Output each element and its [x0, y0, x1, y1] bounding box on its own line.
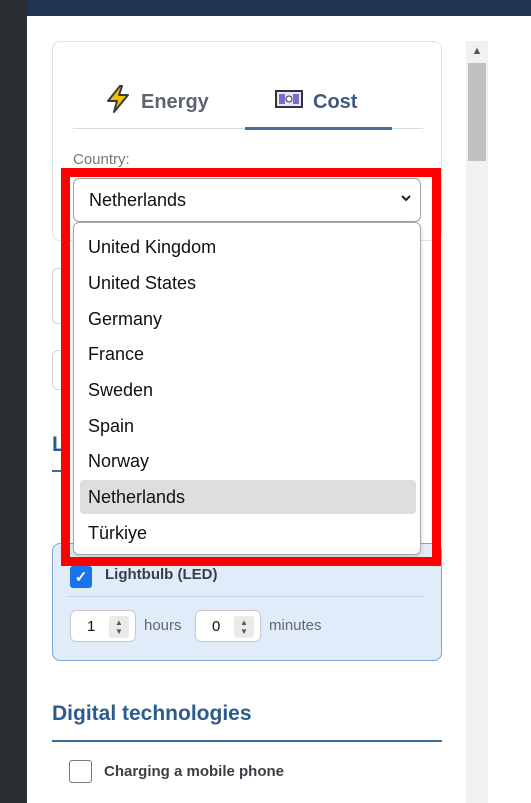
hidden-field-box[interactable] [52, 268, 64, 324]
lightbulb-checkbox[interactable]: ✓ [70, 566, 92, 588]
country-option-selected[interactable]: Netherlands [80, 480, 416, 514]
left-edge-strip [0, 0, 27, 803]
country-option[interactable]: Germany [80, 302, 416, 336]
country-dropdown-list: United Kingdom United States Germany Fra… [73, 222, 421, 555]
scroll-up-arrow-icon[interactable]: ▲ [466, 41, 488, 61]
hours-value: 1 [87, 617, 96, 635]
lightning-icon [105, 85, 131, 119]
country-option[interactable]: United Kingdom [80, 230, 416, 264]
charging-phone-label: Charging a mobile phone [104, 763, 285, 780]
hidden-field-box[interactable] [52, 350, 64, 390]
minutes-input[interactable]: 0 ▲ ▼ [195, 610, 261, 642]
minutes-stepper[interactable]: ▲ ▼ [234, 616, 254, 638]
tab-energy-label: Energy [141, 90, 209, 113]
country-option[interactable]: Türkiye [80, 516, 416, 550]
scroll-thumb[interactable] [468, 63, 486, 161]
charging-phone-checkbox[interactable] [69, 760, 92, 783]
country-option[interactable]: Sweden [80, 373, 416, 407]
hours-unit-label: hours [144, 617, 182, 634]
digital-heading-underline [52, 740, 442, 742]
minutes-unit-label: minutes [269, 617, 322, 634]
settings-card: Energy Cost Country: Netherlands [52, 41, 442, 241]
tab-cost[interactable]: Cost [275, 82, 357, 122]
lightbulb-card: ✓ Lightbulb (LED) 1 ▲ ▼ hours 0 ▲ ▼ minute… [52, 543, 442, 661]
lightbulb-label: Lightbulb (LED) [105, 566, 218, 583]
chevron-down-icon [400, 191, 412, 207]
country-option[interactable]: Norway [80, 444, 416, 478]
hours-input[interactable]: 1 ▲ ▼ [70, 610, 136, 642]
section-heading-partial: L [52, 433, 65, 456]
minutes-value: 0 [212, 617, 221, 635]
active-tab-indicator [245, 127, 392, 130]
digital-technologies-heading: Digital technologies [52, 702, 252, 725]
tab-cost-label: Cost [313, 90, 358, 113]
country-select-value: Netherlands [89, 189, 187, 210]
country-label: Country: [73, 151, 130, 168]
country-option[interactable]: France [80, 337, 416, 371]
digital-item-row[interactable]: Charging a mobile phone [52, 743, 442, 803]
card-divider [67, 596, 425, 597]
tab-energy[interactable]: Energy [105, 82, 209, 122]
country-select[interactable]: Netherlands [73, 178, 421, 222]
banknote-icon [275, 89, 303, 115]
hours-stepper[interactable]: ▲ ▼ [109, 616, 129, 638]
top-header-bar [27, 0, 531, 16]
country-option[interactable]: Spain [80, 409, 416, 443]
country-option[interactable]: United States [80, 266, 416, 300]
section-heading-underline [52, 470, 66, 472]
vertical-scrollbar[interactable]: ▲ [466, 41, 488, 803]
